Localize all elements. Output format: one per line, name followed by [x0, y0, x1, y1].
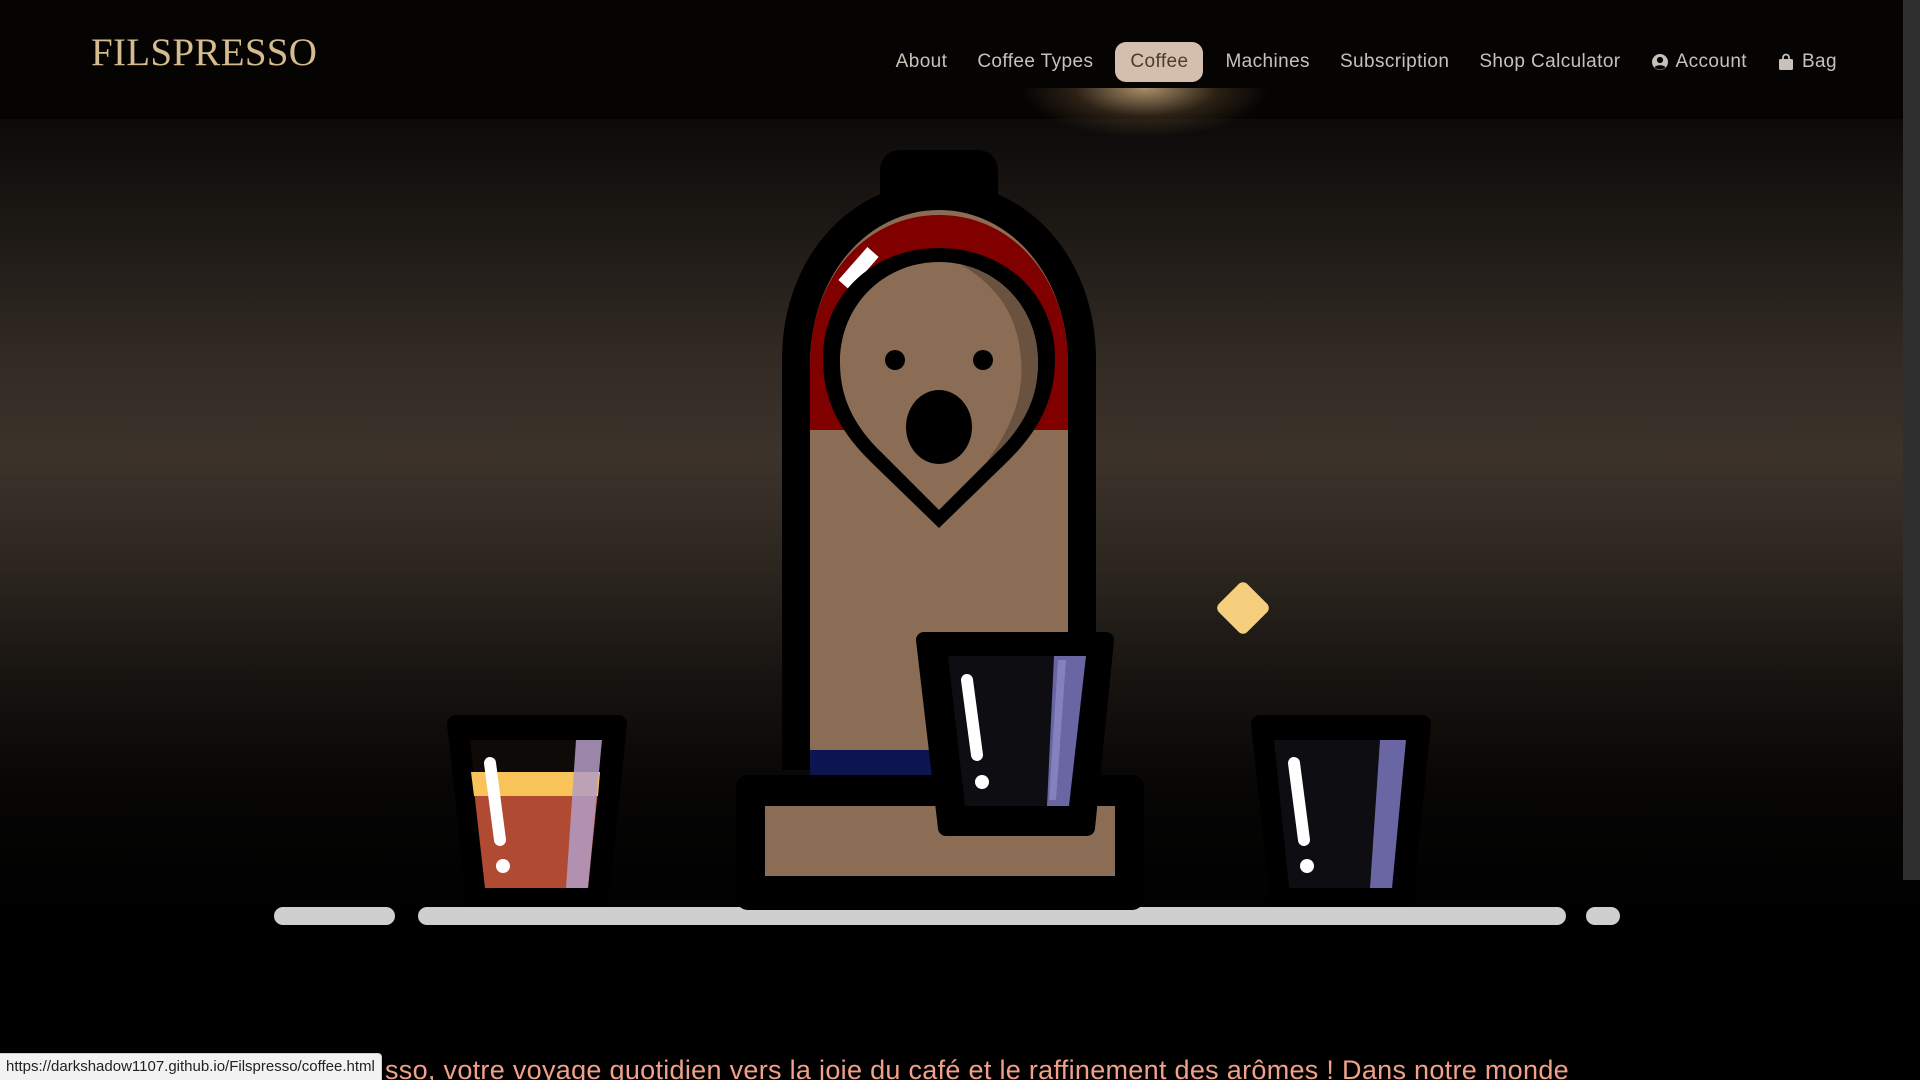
right-empty-cup	[1251, 715, 1431, 907]
left-coffee-cup	[447, 715, 627, 907]
hero-tagline: sso, votre voyage quotidien vers la joie…	[385, 1055, 1569, 1080]
status-bar-url: https://darkshadow1107.github.io/Filspre…	[0, 1053, 382, 1080]
coffee-machine-illustration	[274, 150, 1620, 925]
scrollbar-thumb[interactable]	[1903, 0, 1920, 880]
page: FILSPRESSO About Coffee Types Coffee Mac…	[0, 0, 1920, 1080]
center-cup	[916, 632, 1114, 836]
